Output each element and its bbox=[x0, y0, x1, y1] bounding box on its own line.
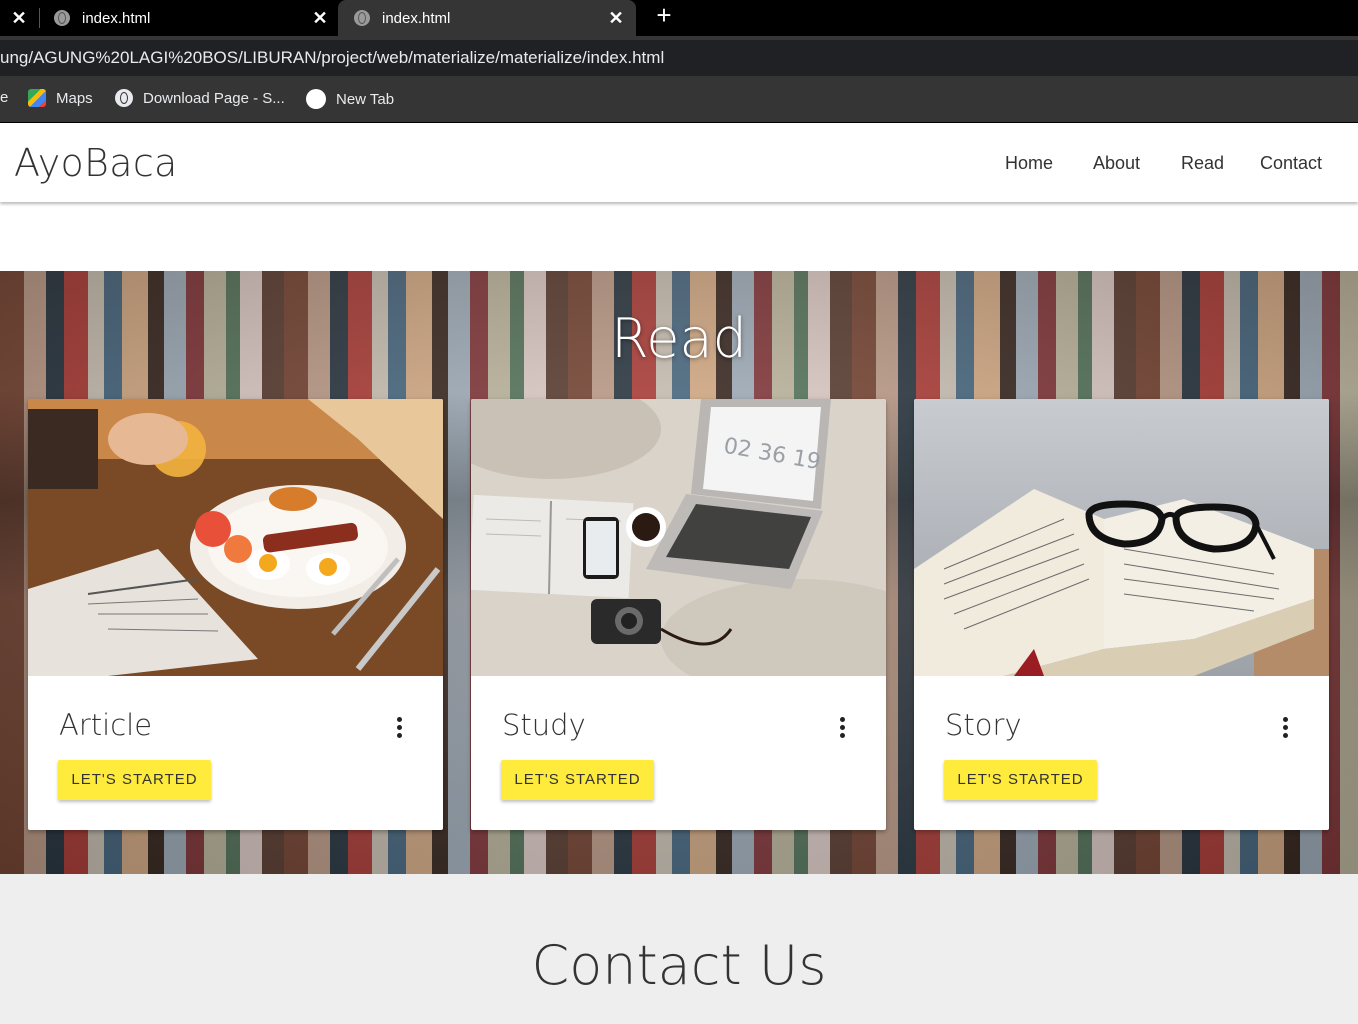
bookmark-partial[interactable]: e bbox=[0, 89, 8, 106]
tab-label: index.html bbox=[82, 9, 151, 27]
more-vert-icon[interactable] bbox=[832, 713, 852, 743]
tab-label: index.html bbox=[382, 9, 451, 27]
bookmark-new-tab[interactable]: New Tab bbox=[306, 89, 394, 109]
globe-icon bbox=[54, 10, 70, 26]
tab-index-2-active[interactable]: index.html ✕ bbox=[338, 0, 636, 36]
more-vert-icon[interactable] bbox=[389, 713, 409, 743]
globe-icon bbox=[115, 89, 133, 107]
new-tab-plus-icon[interactable]: + bbox=[652, 0, 676, 32]
book-glasses-photo bbox=[914, 399, 1329, 676]
card-story: Story LET'S STARTED bbox=[914, 399, 1329, 830]
address-bar: ung/AGUNG%20LAGI%20BOS/LIBURAN/project/w… bbox=[0, 36, 1358, 76]
lets-started-button[interactable]: LET'S STARTED bbox=[58, 760, 211, 800]
nav-link-contact[interactable]: Contact bbox=[1260, 153, 1322, 174]
bookmark-label: New Tab bbox=[336, 90, 395, 108]
nav-link-read[interactable]: Read bbox=[1181, 153, 1224, 174]
card-title: Story bbox=[945, 708, 1022, 742]
bookmark-label: Maps bbox=[56, 89, 93, 107]
breakfast-newspaper-photo bbox=[28, 399, 443, 676]
contact-section-title: Contact Us bbox=[531, 934, 827, 997]
read-section-title: Read bbox=[611, 307, 747, 370]
contact-section: Contact Us bbox=[0, 874, 1358, 1024]
nav-link-about[interactable]: About bbox=[1093, 153, 1140, 174]
brand-logo[interactable]: AyoBaca bbox=[14, 141, 178, 185]
site-navbar: AyoBaca Home About Read Contact bbox=[0, 123, 1358, 202]
card-study: 02 36 19 Study LET'S STARTED bbox=[471, 399, 886, 830]
close-icon[interactable]: ✕ bbox=[310, 8, 330, 29]
globe-icon bbox=[354, 10, 370, 26]
laptop-notebook-bed-photo: 02 36 19 bbox=[471, 399, 886, 676]
circle-icon bbox=[306, 89, 326, 109]
tab-separator bbox=[39, 8, 40, 28]
browser-tab-strip: ✕ index.html ✕ index.html ✕ + bbox=[0, 0, 1358, 36]
bookmark-label: Download Page - S... bbox=[143, 89, 285, 107]
more-vert-icon[interactable] bbox=[1275, 713, 1295, 743]
card-article: Article LET'S STARTED bbox=[28, 399, 443, 830]
lets-started-button[interactable]: LET'S STARTED bbox=[501, 760, 654, 800]
bookmark-maps[interactable]: Maps bbox=[28, 89, 93, 107]
nav-link-home[interactable]: Home bbox=[1005, 153, 1053, 174]
close-icon[interactable]: ✕ bbox=[10, 8, 28, 29]
card-title: Study bbox=[502, 708, 586, 742]
tab-close-partial[interactable]: ✕ bbox=[10, 0, 28, 36]
read-section-parallax: Read Article LET'S STARTED 02 36 19 Stud… bbox=[0, 271, 1358, 874]
bookmarks-bar: e Maps Download Page - S... New Tab bbox=[0, 76, 1358, 123]
card-title: Article bbox=[59, 708, 153, 742]
close-icon[interactable]: ✕ bbox=[606, 8, 626, 29]
tab-index-1[interactable]: index.html ✕ bbox=[54, 0, 330, 36]
maps-icon bbox=[28, 89, 46, 107]
bookmark-label: e bbox=[0, 89, 9, 106]
bookmark-download-page[interactable]: Download Page - S... bbox=[115, 89, 285, 107]
url-field[interactable]: ung/AGUNG%20LAGI%20BOS/LIBURAN/project/w… bbox=[0, 40, 1358, 76]
lets-started-button[interactable]: LET'S STARTED bbox=[944, 760, 1097, 800]
